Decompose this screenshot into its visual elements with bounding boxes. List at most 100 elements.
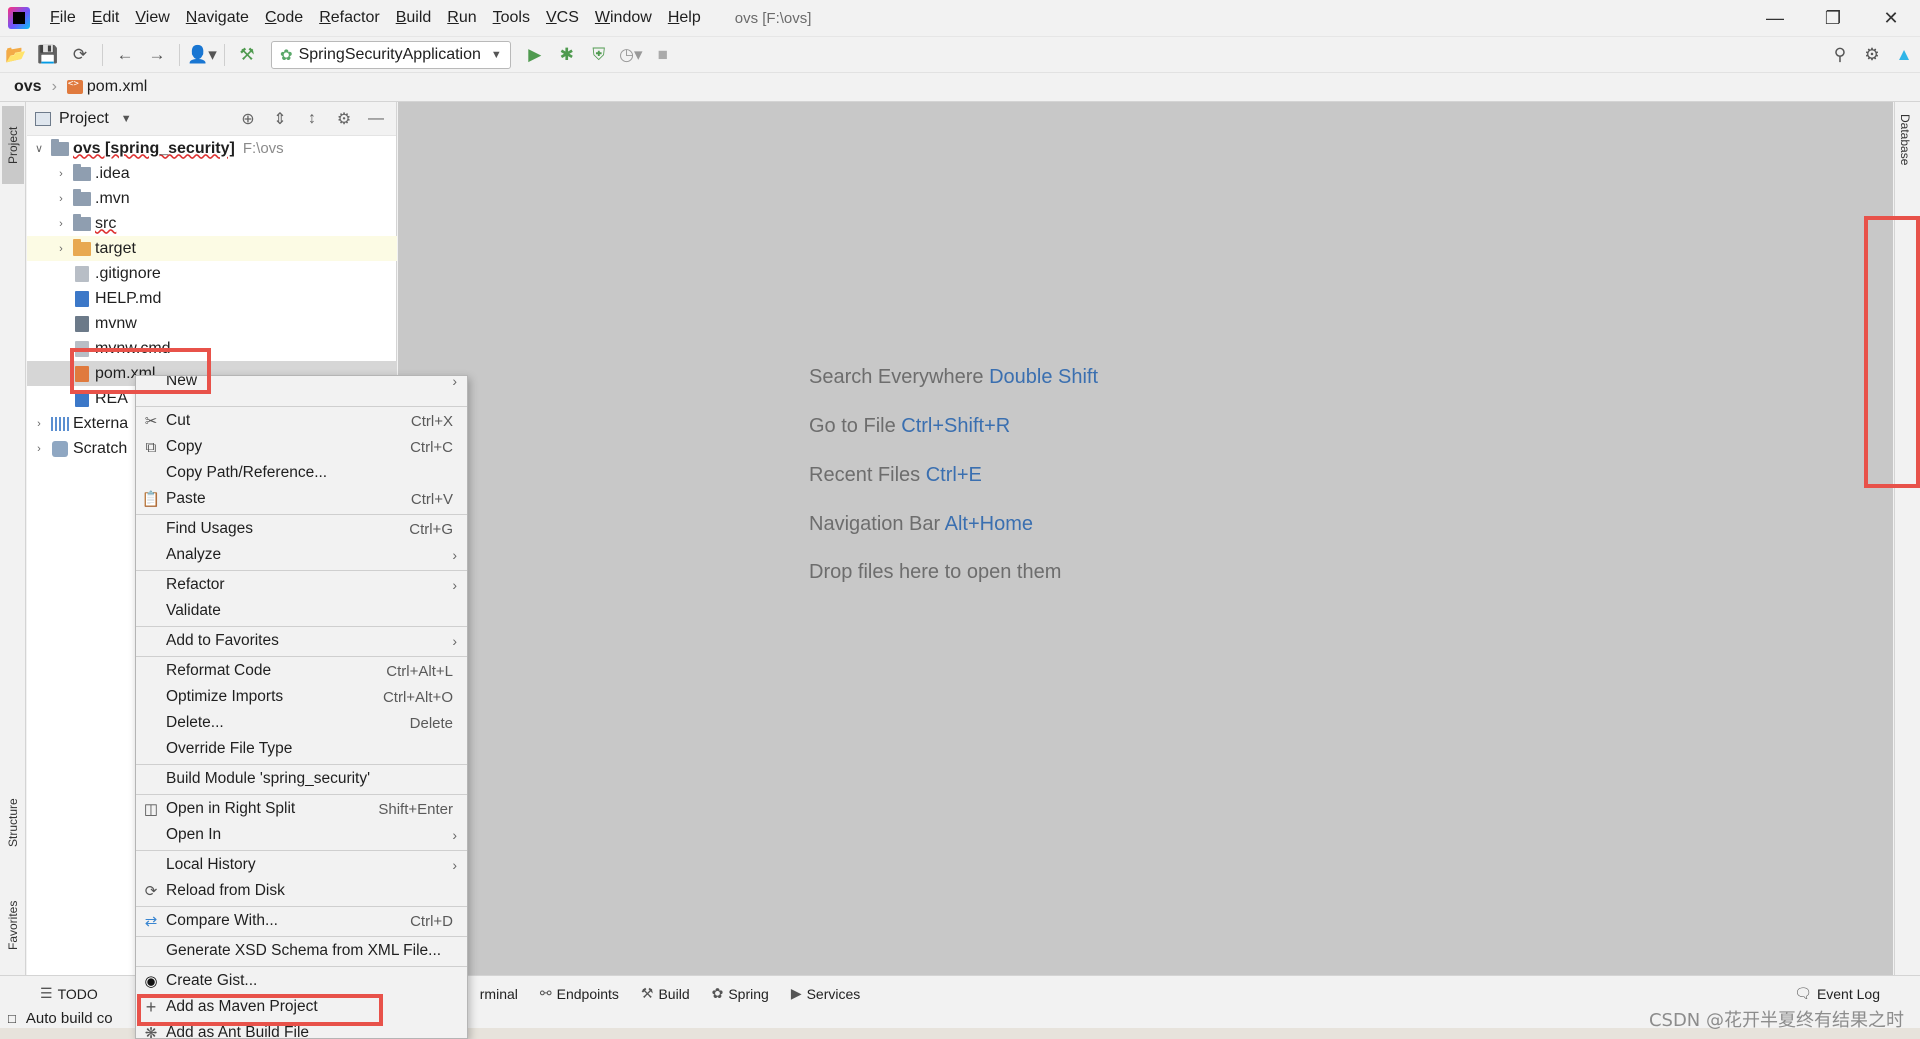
menu-item-label: Open in Right Split <box>166 800 296 817</box>
menu-item-copy-path[interactable]: Copy Path/Reference... <box>136 460 467 486</box>
menu-build[interactable]: Build <box>388 0 440 36</box>
tab-favorites[interactable]: Favorites <box>2 880 24 970</box>
chevron-right-icon[interactable]: › <box>31 418 47 430</box>
menu-item-cut[interactable]: ✂ Cut Ctrl+X <box>136 408 467 434</box>
tree-item-src[interactable]: › src <box>27 211 397 236</box>
menu-item-delete[interactable]: Delete... Delete <box>136 710 467 736</box>
menu-item-add-to-favorites[interactable]: Add to Favorites › <box>136 628 467 654</box>
chevron-right-icon[interactable]: › <box>53 243 69 255</box>
menu-item-find-usages[interactable]: Find Usages Ctrl+G <box>136 516 467 542</box>
close-window-button[interactable]: ✕ <box>1862 0 1920 36</box>
menu-item-build-module[interactable]: Build Module 'spring_security' <box>136 766 467 792</box>
expand-all-icon[interactable]: ⇕ <box>268 107 292 131</box>
profile-icon[interactable]: ◷▾ <box>615 40 647 70</box>
menu-item-shortcut: Ctrl+X <box>410 412 453 430</box>
build-hammer-icon[interactable]: ⚒ <box>231 40 263 70</box>
menu-item-open-right-split[interactable]: ◫ Open in Right Split Shift+Enter <box>136 796 467 822</box>
debug-icon[interactable]: ✱ <box>551 40 583 70</box>
run-configuration-select[interactable]: ✿ SpringSecurityApplication ▼ <box>271 40 511 69</box>
menu-item-create-gist[interactable]: ◉ Create Gist... <box>136 968 467 994</box>
menu-navigate[interactable]: Navigate <box>178 0 257 36</box>
chevron-right-icon: › <box>452 633 457 649</box>
menu-help[interactable]: Help <box>660 0 709 36</box>
menu-separator <box>136 966 467 967</box>
tree-item-path: F:\ovs <box>242 140 284 157</box>
save-all-icon[interactable]: 💾 <box>32 40 64 70</box>
menu-item-shortcut: Ctrl+C <box>410 438 453 456</box>
menu-code[interactable]: Code <box>257 0 311 36</box>
minimize-button[interactable]: — <box>1746 0 1804 36</box>
gear-icon[interactable]: ⚙ <box>332 107 356 131</box>
tab-database[interactable]: Database <box>1898 114 1912 165</box>
collapse-all-icon[interactable]: ↕ <box>300 107 324 131</box>
restore-button[interactable]: ❐ <box>1804 0 1862 36</box>
tree-item-mvnw[interactable]: mvnw <box>27 311 397 336</box>
hint-shortcut: Double Shift <box>989 366 1099 388</box>
coverage-icon[interactable]: ⛨ <box>583 40 615 70</box>
editor-area[interactable]: Search Everywhere Double Shift Go to Fil… <box>398 102 1893 975</box>
user-icon[interactable]: 👤▾ <box>186 40 218 70</box>
menu-separator <box>136 906 467 907</box>
split-icon: ◫ <box>143 801 159 818</box>
tab-structure[interactable]: Structure <box>2 782 24 864</box>
tree-item-idea[interactable]: › .idea <box>27 161 397 186</box>
chevron-right-icon[interactable]: › <box>31 443 47 455</box>
menu-edit[interactable]: Edit <box>84 0 128 36</box>
menu-item-reformat-code[interactable]: Reformat Code Ctrl+Alt+L <box>136 658 467 684</box>
status-message[interactable]: Auto build co <box>26 1010 113 1027</box>
tree-item-root[interactable]: ∨ ovs [spring_security] F:\ovs <box>27 136 397 161</box>
tab-project[interactable]: Project <box>2 106 24 184</box>
tree-item-label: HELP.md <box>95 289 162 307</box>
chevron-right-icon[interactable]: › <box>53 168 69 180</box>
menu-item-generate-xsd[interactable]: Generate XSD Schema from XML File... <box>136 938 467 964</box>
tab-todo[interactable]: ☰ TODO <box>40 985 98 1002</box>
sync-icon[interactable]: ⟳ <box>64 40 96 70</box>
stop-icon[interactable]: ■ <box>647 40 679 70</box>
menu-file[interactable]: File <box>42 0 84 36</box>
chevron-right-icon[interactable]: › <box>53 193 69 205</box>
hide-icon[interactable]: — <box>364 107 388 131</box>
locate-icon[interactable]: ⊕ <box>236 107 260 131</box>
menu-item-paste[interactable]: 📋 Paste Ctrl+V <box>136 486 467 512</box>
menu-item-refactor[interactable]: Refactor › <box>136 572 467 598</box>
menu-tools[interactable]: Tools <box>485 0 538 36</box>
menu-item-local-history[interactable]: Local History › <box>136 852 467 878</box>
back-icon[interactable]: ← <box>109 40 141 70</box>
jetbrains-toolbox-icon[interactable]: ▲ <box>1888 40 1920 70</box>
menu-item-open-in[interactable]: Open In › <box>136 822 467 848</box>
tree-item-help-md[interactable]: HELP.md <box>27 286 397 311</box>
menu-view[interactable]: View <box>127 0 177 36</box>
breadcrumb-root[interactable]: ovs <box>14 78 42 96</box>
search-icon[interactable]: ⚲ <box>1824 40 1856 70</box>
tab-endpoints[interactable]: ⚯ Endpoints <box>540 985 619 1002</box>
menu-vcs[interactable]: VCS <box>538 0 587 36</box>
menu-item-optimize-imports[interactable]: Optimize Imports Ctrl+Alt+O <box>136 684 467 710</box>
project-view-selector[interactable]: Project ▼ <box>35 110 132 128</box>
tab-build[interactable]: ⚒ Build <box>641 985 690 1002</box>
tab-spring[interactable]: ✿ Spring <box>712 985 769 1002</box>
menu-item-override-file-type[interactable]: Override File Type <box>136 736 467 762</box>
menu-refactor[interactable]: Refactor <box>311 0 387 36</box>
menu-run[interactable]: Run <box>439 0 484 36</box>
hint-text: Search Everywhere <box>809 366 984 388</box>
forward-icon[interactable]: → <box>141 40 173 70</box>
tree-item-mvn[interactable]: › .mvn <box>27 186 397 211</box>
tree-item-gitignore[interactable]: .gitignore <box>27 261 397 286</box>
open-folder-icon[interactable]: 📂 <box>0 40 32 70</box>
menu-item-analyze[interactable]: Analyze › <box>136 542 467 568</box>
gear-icon[interactable]: ⚙ <box>1856 40 1888 70</box>
menu-item-validate[interactable]: Validate <box>136 598 467 624</box>
chevron-down-icon[interactable]: ∨ <box>31 142 47 155</box>
menu-item-reload-from-disk[interactable]: ⟳ Reload from Disk <box>136 878 467 904</box>
menu-window[interactable]: Window <box>587 0 660 36</box>
menu-item-copy[interactable]: ⧉ Copy Ctrl+C <box>136 434 467 460</box>
menu-item-shortcut: Shift+Enter <box>378 800 453 818</box>
chevron-right-icon[interactable]: › <box>53 218 69 230</box>
menu-item-compare-with[interactable]: ⇄ Compare With... Ctrl+D <box>136 908 467 934</box>
tree-item-target[interactable]: › target <box>27 236 397 261</box>
tab-event-log[interactable]: 🗨 Event Log <box>1794 985 1880 1002</box>
run-icon[interactable]: ▶ <box>519 40 551 70</box>
breadcrumb-file[interactable]: pom.xml <box>87 78 147 96</box>
tab-terminal[interactable]: rminal <box>480 986 518 1002</box>
tab-services[interactable]: ▶ Services <box>791 985 860 1002</box>
